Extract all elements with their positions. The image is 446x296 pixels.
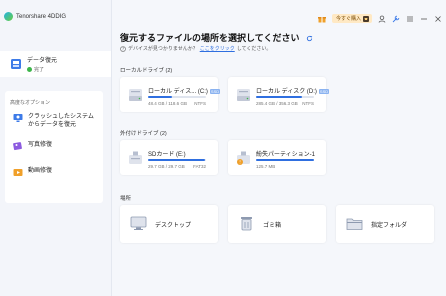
- drive-filesystem: FAT32: [193, 164, 206, 169]
- page-title-text: 復元するファイルの場所を選択してください: [120, 33, 300, 43]
- sidebar-item-video-repair[interactable]: 動画修復: [13, 167, 52, 177]
- lost-partition-icon: !: [237, 151, 250, 165]
- usage-bar: [256, 96, 314, 98]
- svg-text:?: ?: [122, 46, 124, 51]
- status-row: 完了: [27, 66, 57, 73]
- sidebar-item-label: データ復元: [27, 58, 58, 64]
- desktop-icon: [130, 216, 147, 230]
- status-text: 完了: [34, 67, 45, 73]
- location-label: デスクトップ: [155, 223, 192, 229]
- usage-bar: [148, 159, 206, 161]
- app-logo-icon: [4, 12, 13, 21]
- brand: Tenorshare 4DDIG: [4, 12, 66, 21]
- help-icon: ?: [120, 45, 126, 52]
- location-label: ゴミ箱: [263, 223, 282, 229]
- drive-name: 紛失パーティション-1: [256, 152, 315, 158]
- drive-card-d[interactable]: ローカル ディスク (D:) SSD 285.4 GB / 356.3 GB NT…: [228, 77, 330, 112]
- drive-size: 48.4 GB / 118.6 GB: [148, 101, 187, 106]
- cart-icon: [363, 15, 369, 22]
- advanced-options-title: 高度なオプション: [10, 100, 51, 106]
- usage-fill: [256, 96, 303, 98]
- svg-text:!: !: [239, 160, 241, 165]
- usage-bar: [148, 96, 206, 98]
- hard-drive-icon: [129, 89, 142, 101]
- recycle-bin-icon: [241, 217, 252, 231]
- minimize-icon[interactable]: [420, 15, 428, 23]
- folder-icon: [346, 218, 363, 230]
- drive-card-lost-partition[interactable]: ! 紛失パーティション-1 125.7 MB: [228, 140, 326, 175]
- location-desktop[interactable]: デスクトップ: [120, 205, 218, 243]
- computer-rescue-icon: [13, 114, 23, 122]
- crashed-system-label-line1: クラッシュしたシステム: [28, 114, 94, 120]
- page-title: 復元するファイルの場所を選択してください: [120, 31, 313, 44]
- drive-filesystem: NTFS: [194, 101, 206, 106]
- drive-size: 285.4 GB / 356.3 GB: [256, 101, 298, 106]
- video-repair-label: 動画修復: [28, 168, 53, 174]
- external-drives-heading: 外付けドライブ (2): [120, 131, 167, 137]
- usage-fill: [256, 159, 314, 161]
- photo-repair-icon: [13, 142, 22, 151]
- data-recovery-icon: [11, 59, 21, 69]
- buy-now-button[interactable]: 今すぐ購入: [331, 14, 372, 23]
- menu-icon[interactable]: [406, 15, 414, 23]
- drive-card-c[interactable]: ローカル ディス... (C:) SSD 48.4 GB / 118.6 GB N…: [120, 77, 221, 112]
- sidebar-item-photo-repair[interactable]: 写真修復: [13, 141, 52, 151]
- click-here-link[interactable]: ここをクリック: [200, 45, 235, 52]
- sidebar-item-crashed-system[interactable]: クラッシュしたシステム からデータを復元: [13, 113, 94, 129]
- crashed-system-label-line2: からデータを復元: [28, 122, 77, 128]
- usage-bar: [256, 159, 314, 161]
- hard-drive-icon: [237, 89, 250, 101]
- location-label: 指定フォルダ: [371, 223, 408, 229]
- hint-text: デバイスが見つかりませんか？: [128, 46, 198, 52]
- title-bar-controls: 今すぐ購入: [317, 14, 442, 23]
- account-icon[interactable]: [378, 15, 386, 23]
- app-name: Tenorshare 4DDIG: [16, 13, 67, 20]
- tools-icon[interactable]: [392, 15, 400, 23]
- buy-now-label: 今すぐ購入: [335, 16, 361, 22]
- sidebar-item-data-recovery[interactable]: データ復元 完了: [0, 51, 111, 77]
- status-dot-icon: [27, 67, 32, 72]
- local-drives-heading: ローカルドライブ (2): [120, 68, 173, 74]
- usb-drive-icon: [129, 151, 142, 164]
- main-panel: 今すぐ購入 復元するファイルの場所を選択してください ? デバイスが見つかりませ…: [112, 0, 446, 296]
- drive-name: SDカード (E:): [148, 152, 186, 158]
- locations-heading: 場所: [120, 196, 132, 202]
- photo-repair-label: 写真修復: [28, 142, 53, 148]
- sidebar: Tenorshare 4DDIG データ復元 完了 高度なオプション クラッシュ…: [0, 0, 112, 296]
- ssd-badge: SSD: [318, 88, 330, 94]
- hint-suffix: してください。: [236, 46, 272, 52]
- close-icon[interactable]: [434, 15, 442, 23]
- usage-fill: [148, 159, 206, 161]
- location-recycle-bin[interactable]: ゴミ箱: [228, 205, 326, 243]
- drive-name: ローカル ディス... (C:) SSD: [148, 88, 221, 95]
- video-repair-icon: [13, 169, 23, 176]
- ssd-badge: SSD: [209, 88, 221, 94]
- drive-card-sd[interactable]: SDカード (E:) 29.7 GB / 29.7 GB FAT32: [120, 140, 218, 175]
- advanced-options-panel: 高度なオプション クラッシュしたシステム からデータを復元 写真修復 動画修復: [5, 91, 103, 203]
- gift-icon[interactable]: [317, 15, 326, 23]
- drive-size: 125.7 MB: [256, 164, 276, 169]
- app-window: Tenorshare 4DDIG データ復元 完了 高度なオプション クラッシュ…: [0, 0, 446, 296]
- drive-name: ローカル ディスク (D:) SSD: [256, 88, 330, 95]
- drive-filesystem: NTFS: [302, 101, 314, 106]
- usage-fill: [148, 96, 172, 98]
- device-hint: ? デバイスが見つかりませんか？ ここをクリック してください。: [120, 45, 271, 52]
- location-custom-folder[interactable]: 指定フォルダ: [336, 205, 434, 243]
- drive-size: 29.7 GB / 29.7 GB: [148, 164, 185, 169]
- refresh-icon[interactable]: [306, 35, 313, 42]
